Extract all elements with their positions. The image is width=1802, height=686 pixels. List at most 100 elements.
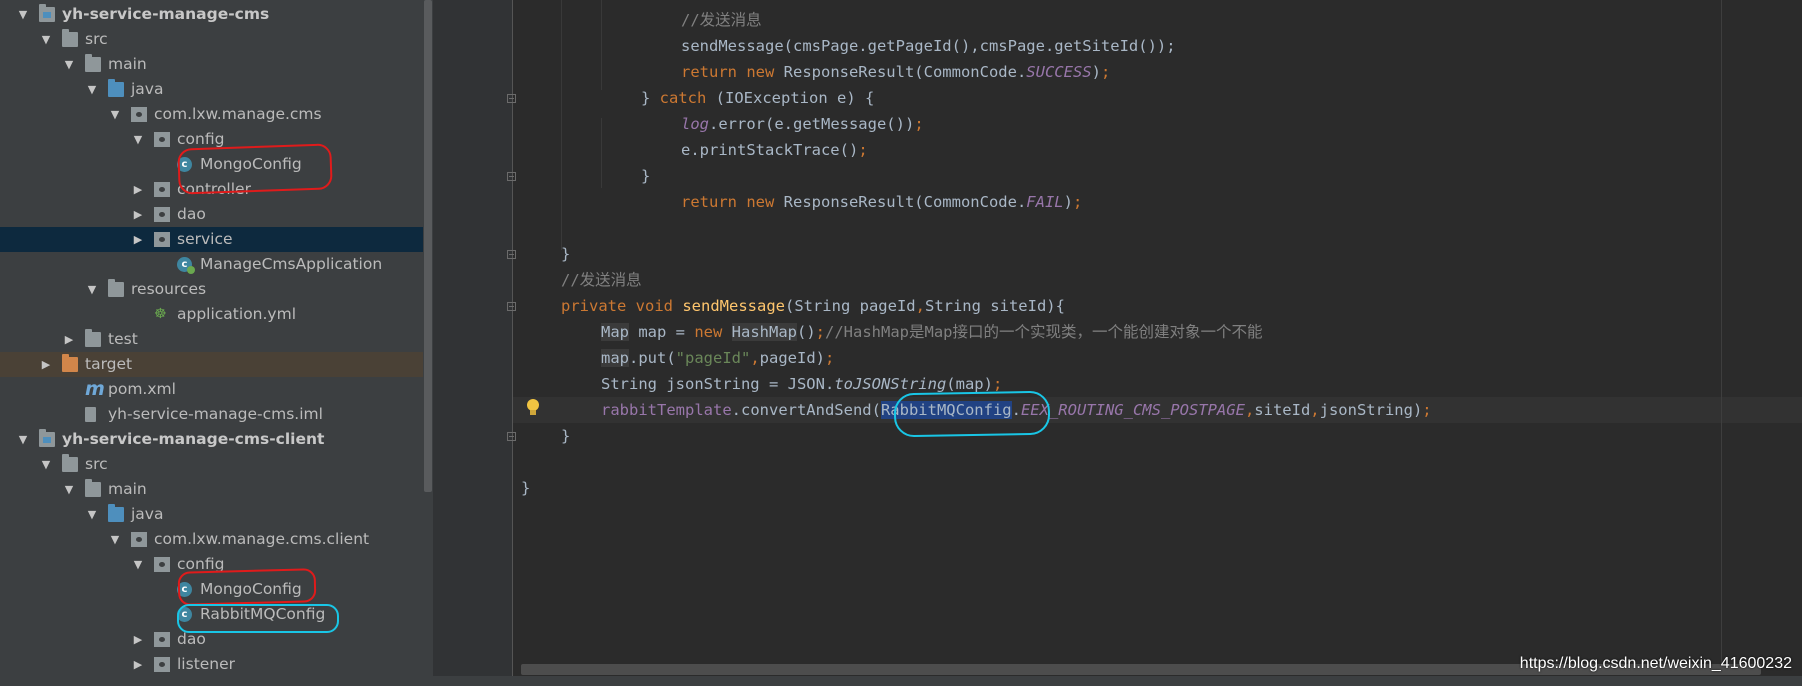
expand-arrow-down-icon[interactable]: ▼ [62, 477, 76, 502]
expand-arrow-down-icon[interactable]: ▼ [16, 427, 30, 452]
line-number [433, 33, 468, 59]
fold-marker-icon[interactable] [507, 432, 516, 441]
tree-row-config[interactable]: ▼ config [0, 127, 423, 152]
tree-row-main[interactable]: ▼ main [0, 477, 423, 502]
tree-row-java[interactable]: ▼ java [0, 77, 423, 102]
tree-row-label: com.lxw.manage.cms.client [154, 530, 370, 548]
intention-bulb-icon[interactable] [526, 399, 540, 417]
source-folder-icon [108, 504, 124, 522]
code-line-273[interactable]: sendMessage(cmsPage.getPageId(),cmsPage.… [681, 33, 1176, 59]
expand-arrow-right-icon[interactable]: ▶ [131, 177, 145, 202]
tree-row-yh-service-manage-cms[interactable]: ▼ yh-service-manage-cms [0, 2, 423, 27]
code-line-283[interactable]: private void sendMessage(String pageId,S… [561, 293, 1065, 319]
expand-arrow-down-icon[interactable]: ▼ [131, 552, 145, 577]
tree-row-main[interactable]: ▼ main [0, 52, 423, 77]
tree-row-label: yh-service-manage-cms.iml [108, 405, 323, 423]
tree-row-yh-service-manage-cms-iml[interactable]: yh-service-manage-cms.iml [0, 402, 423, 427]
expand-arrow-right-icon[interactable]: ▶ [131, 227, 145, 252]
tree-row-com-lxw-manage-cms-client[interactable]: ▼ com.lxw.manage.cms.client [0, 527, 423, 552]
tree-row-application-yml[interactable]: ☸ application.yml [0, 302, 423, 327]
fold-marker-icon[interactable] [507, 302, 516, 311]
code-line-272[interactable]: //发送消息 [681, 7, 762, 33]
iml-file-icon [85, 407, 96, 422]
code-line-275[interactable]: } catch (IOException e) { [641, 85, 874, 111]
expand-arrow-down-icon[interactable]: ▼ [85, 277, 99, 302]
class-icon: c [177, 157, 192, 172]
expand-arrow-right-icon[interactable]: ▶ [39, 352, 53, 377]
expand-arrow-down-icon[interactable]: ▼ [108, 102, 122, 127]
line-number [433, 59, 468, 85]
tree-row-src[interactable]: ▼ src [0, 452, 423, 477]
code-line-282[interactable]: //发送消息 [561, 267, 642, 293]
code-token: map [601, 349, 629, 367]
line-number [433, 293, 468, 319]
expand-arrow-down-icon[interactable]: ▼ [62, 52, 76, 77]
expand-arrow-down-icon[interactable]: ▼ [39, 27, 53, 52]
code-line-288[interactable]: } [561, 423, 570, 449]
tree-row-mongoconfig[interactable]: c MongoConfig [0, 577, 423, 602]
tree-row-listener[interactable]: ▶ listener [0, 652, 423, 677]
expand-arrow-down-icon[interactable]: ▼ [85, 77, 99, 102]
package-icon [154, 557, 170, 572]
class-icon: c [177, 607, 192, 622]
code-token: } [641, 167, 651, 185]
fold-marker-icon[interactable] [507, 250, 516, 259]
code-token: siteId [1254, 401, 1311, 419]
code-line-286[interactable]: String jsonString = JSON.toJSONString(ma… [601, 371, 1002, 397]
expand-arrow-right-icon[interactable]: ▶ [131, 202, 145, 227]
expand-arrow-down-icon[interactable]: ▼ [131, 127, 145, 152]
tree-row-managecmsapplication[interactable]: c ManageCmsApplication [0, 252, 423, 277]
tree-row-controller[interactable]: ▶ controller [0, 177, 423, 202]
tree-row-java[interactable]: ▼ java [0, 502, 423, 527]
expand-arrow-right-icon[interactable]: ▶ [62, 327, 76, 352]
tree-row-src[interactable]: ▼ src [0, 27, 423, 52]
tree-row-config[interactable]: ▼ config [0, 552, 423, 577]
watermark: https://blog.csdn.net/weixin_41600232 [1519, 655, 1792, 672]
expand-arrow-down-icon[interactable]: ▼ [108, 527, 122, 552]
code-line-277[interactable]: e.printStackTrace(); [681, 137, 868, 163]
tree-row-test[interactable]: ▶ test [0, 327, 423, 352]
tree-row-pom-xml[interactable]: m pom.xml [0, 377, 423, 402]
code-token: , [750, 349, 760, 367]
tree-row-dao[interactable]: ▶ dao [0, 202, 423, 227]
tree-row-label: config [177, 555, 225, 573]
tree-row-label: MongoConfig [200, 155, 302, 173]
code-token: .error(e.getMessage()) [709, 115, 915, 133]
fold-marker-icon[interactable] [507, 172, 516, 181]
tree-row-service[interactable]: ▶ service [0, 227, 423, 252]
expand-arrow-down-icon[interactable]: ▼ [85, 502, 99, 527]
tree-row-resources[interactable]: ▼ resources [0, 277, 423, 302]
tree-row-dao[interactable]: ▶ dao [0, 627, 423, 652]
code-line-278[interactable]: } [641, 163, 650, 189]
code-line-285[interactable]: map.put("pageId",pageId); [601, 345, 834, 371]
code-token: (String pageId [784, 297, 916, 315]
expand-arrow-down-icon[interactable]: ▼ [16, 2, 30, 27]
code-line-274[interactable]: return new ResponseResult(CommonCode.SUC… [681, 59, 1110, 85]
code-token: . [1011, 401, 1021, 419]
code-line-290[interactable]: } [521, 475, 530, 501]
package-icon [154, 232, 170, 247]
tree-row-yh-service-manage-cms-client[interactable]: ▼ yh-service-manage-cms-client [0, 427, 423, 452]
tree-row-rabbitmqconfig[interactable]: c RabbitMQConfig [0, 602, 423, 627]
code-line-287[interactable]: rabbitTemplate.convertAndSend(RabbitMQCo… [601, 397, 1432, 423]
tree-row-target[interactable]: ▶ target [0, 352, 423, 377]
line-number [433, 137, 468, 163]
project-tree-scroll-thumb[interactable] [424, 0, 432, 492]
code-line-276[interactable]: log.error(e.getMessage()); [681, 111, 924, 137]
package-icon [154, 207, 170, 222]
expand-arrow-right-icon[interactable]: ▶ [131, 627, 145, 652]
code-line-284[interactable]: Map map = new HashMap();//HashMap是Map接口的… [601, 319, 1262, 345]
tree-row-mongoconfig[interactable]: c MongoConfig [0, 152, 423, 177]
expand-arrow-right-icon[interactable]: ▶ [131, 652, 145, 677]
excluded-folder-icon [62, 354, 78, 372]
fold-marker-icon[interactable] [507, 94, 516, 103]
tree-row-com-lxw-manage-cms[interactable]: ▼ com.lxw.manage.cms [0, 102, 423, 127]
code-token: String jsonString = JSON. [601, 375, 835, 393]
code-line-281[interactable]: } [561, 241, 570, 267]
line-number [433, 7, 468, 33]
project-tree-scrollbar[interactable] [423, 0, 433, 686]
expand-arrow-down-icon[interactable]: ▼ [39, 452, 53, 477]
tree-row-label: MongoConfig [200, 580, 302, 598]
code-line-279[interactable]: return new ResponseResult(CommonCode.FAI… [681, 189, 1082, 215]
tree-row-label: java [131, 80, 164, 98]
